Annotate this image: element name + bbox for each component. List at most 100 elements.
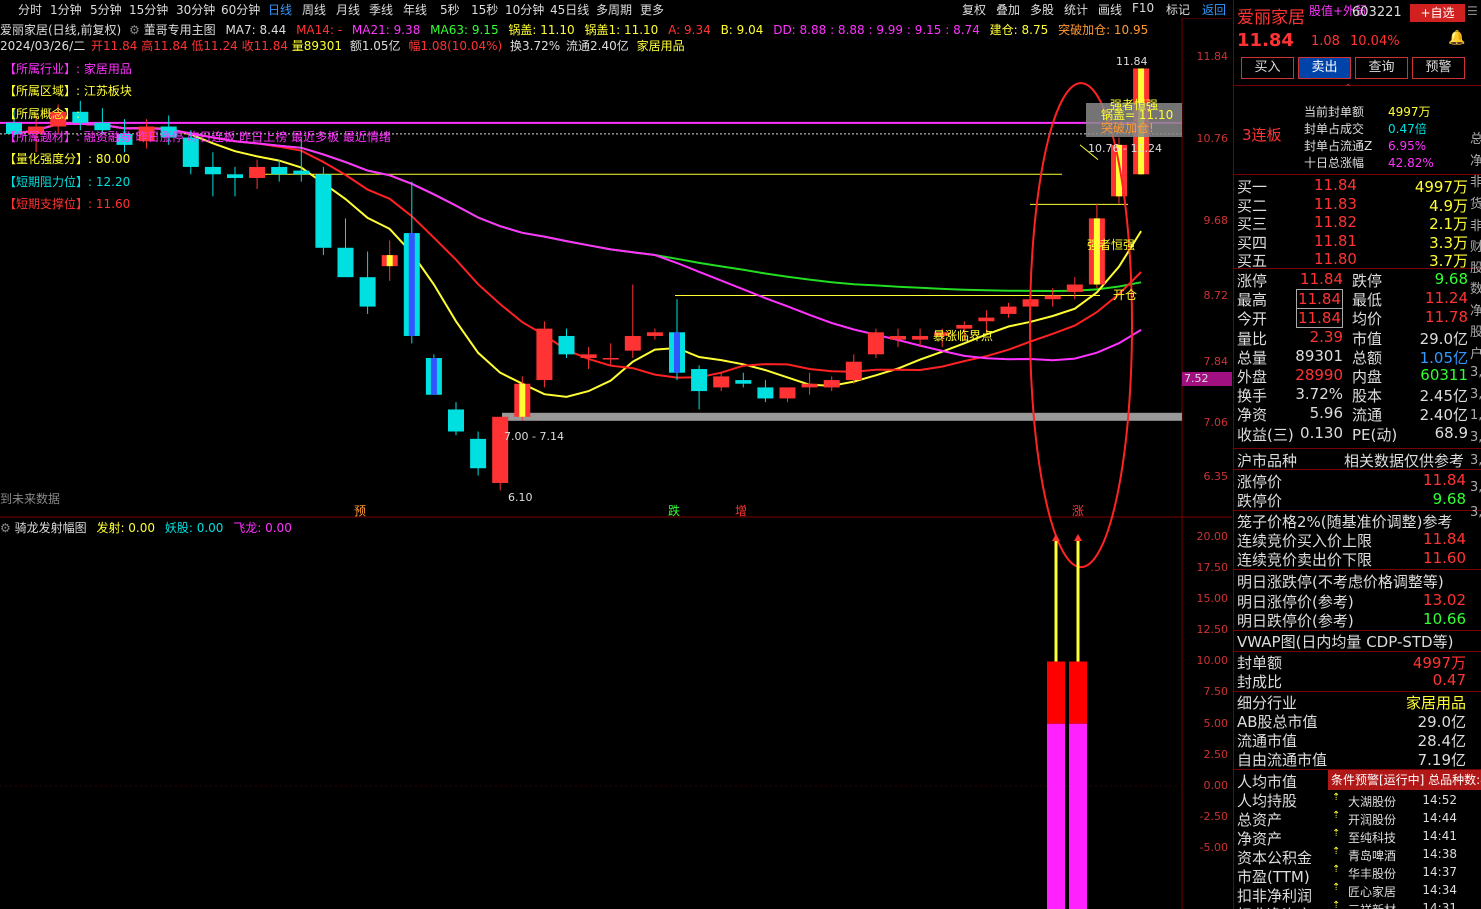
alert-title[interactable]: 条件预警[运行中] 总品种数:4 bbox=[1328, 770, 1481, 790]
candle[interactable] bbox=[890, 328, 906, 347]
bell-icon[interactable]: 🔔 bbox=[1448, 30, 1465, 46]
menu-icon[interactable]: ☰ bbox=[1467, 4, 1478, 18]
candle[interactable] bbox=[669, 299, 685, 381]
candle[interactable] bbox=[249, 159, 266, 189]
candle[interactable] bbox=[536, 321, 553, 388]
timeframe-15[interactable]: 多周期 bbox=[596, 1, 632, 18]
condition-alert-popup[interactable]: 条件预警[运行中] 总品种数:4 ⇡ 大湖股份 14:52 ⇡ 开润股份 14:44 ⇡ 至纯… bbox=[1328, 770, 1481, 909]
candle[interactable] bbox=[735, 372, 752, 388]
vwap-label[interactable]: VWAP图(日内均量 CDP-STD等) bbox=[1237, 631, 1453, 652]
overlay-support: 【短期支撑位】: 11.60 bbox=[4, 197, 131, 211]
trade-button-2[interactable]: 查询 bbox=[1355, 57, 1408, 79]
candle[interactable] bbox=[470, 431, 487, 476]
alert-item[interactable]: ⇡ 三祥新材 14:31 bbox=[1328, 900, 1481, 909]
alert-item[interactable]: ⇡ 至纯科技 14:41 bbox=[1328, 828, 1481, 846]
candle[interactable] bbox=[337, 218, 354, 278]
toolbar-button-7[interactable]: 返回 bbox=[1202, 1, 1226, 18]
candle[interactable] bbox=[1000, 302, 1017, 318]
toolbar-button-4[interactable]: 画线 bbox=[1098, 1, 1122, 18]
kline-chart-area[interactable]: 爱丽家居(日线,前复权) ⚙ 董哥专用主图 MA7: 8.44 MA14: - … bbox=[0, 18, 1232, 909]
bid-price: 11.81 bbox=[1314, 231, 1357, 250]
timeframe-13[interactable]: 10分钟 bbox=[505, 1, 544, 18]
candle[interactable] bbox=[381, 240, 398, 281]
next-down-label: 明日跌停价(参考) bbox=[1237, 612, 1354, 630]
edge-glyph: 数 bbox=[1470, 282, 1481, 297]
trade-button-1[interactable]: 卖出 bbox=[1298, 57, 1351, 79]
candle[interactable] bbox=[823, 376, 840, 392]
candle[interactable] bbox=[425, 354, 442, 395]
timeframe-10[interactable]: 年线 bbox=[403, 1, 427, 18]
toolbar-button-6[interactable]: 标记 bbox=[1166, 1, 1190, 18]
edge-glyph: 股 bbox=[1470, 261, 1481, 276]
stats-value-2: 9.68 bbox=[1434, 270, 1468, 288]
candle[interactable] bbox=[403, 181, 420, 344]
toolbar-button-3[interactable]: 统计 bbox=[1064, 1, 1088, 18]
stats-label-2: 市值 bbox=[1352, 329, 1383, 348]
candle[interactable] bbox=[315, 166, 332, 256]
vwap-row[interactable]: VWAP图(日内均量 CDP-STD等) bbox=[1234, 631, 1481, 652]
candle[interactable] bbox=[845, 354, 862, 384]
alert-item[interactable]: ⇡ 青岛啤酒 14:38 bbox=[1328, 846, 1481, 864]
timeframe-7[interactable]: 周线 bbox=[302, 1, 326, 18]
timeframe-0[interactable]: 分时 bbox=[18, 1, 42, 18]
candle[interactable] bbox=[624, 284, 641, 359]
timeframe-16[interactable]: 更多 bbox=[640, 1, 664, 18]
market-note: 相关数据仅供参考 bbox=[1343, 452, 1464, 470]
toolbar-button-5[interactable]: F10 bbox=[1132, 1, 1154, 15]
candle[interactable] bbox=[204, 152, 221, 197]
candle[interactable] bbox=[779, 387, 796, 403]
alert-time: 14:31 bbox=[1422, 901, 1457, 909]
toolbar-button-2[interactable]: 多股 bbox=[1030, 1, 1054, 18]
candle[interactable] bbox=[646, 328, 663, 340]
market-row: 沪市品种 相关数据仅供参考 bbox=[1234, 450, 1481, 470]
timeframe-11[interactable]: 5秒 bbox=[440, 1, 460, 18]
sub-gear-icon[interactable]: ⚙ bbox=[0, 521, 11, 535]
timeframe-3[interactable]: 15分钟 bbox=[129, 1, 168, 18]
sub-tick: 20.00 bbox=[1196, 530, 1229, 543]
stats-row: 换手 3.72% 股本 2.45亿 bbox=[1234, 385, 1481, 405]
candle[interactable] bbox=[580, 346, 597, 370]
alert-item[interactable]: ⇡ 大湖股份 14:52 bbox=[1328, 792, 1481, 810]
sub-industry-row: 细分行业 家居用品 bbox=[1234, 692, 1481, 712]
candle[interactable] bbox=[867, 328, 884, 359]
sub-industry-value: 家居用品 bbox=[1405, 694, 1466, 712]
main-chart-name[interactable]: 董哥专用主图 bbox=[144, 23, 216, 37]
timeframe-2[interactable]: 5分钟 bbox=[90, 1, 122, 18]
candle[interactable] bbox=[713, 372, 730, 392]
timeframe-4[interactable]: 30分钟 bbox=[176, 1, 215, 18]
timeframe-9[interactable]: 季线 bbox=[369, 1, 393, 18]
toolbar-button-1[interactable]: 叠加 bbox=[996, 1, 1020, 18]
timeframe-12[interactable]: 15秒 bbox=[471, 1, 498, 18]
candle[interactable] bbox=[448, 402, 464, 436]
candle[interactable] bbox=[558, 328, 575, 359]
alert-item[interactable]: ⇡ 华丰股份 14:37 bbox=[1328, 864, 1481, 882]
alert-item[interactable]: ⇡ 匠心家居 14:34 bbox=[1328, 882, 1481, 900]
add-watchlist-button[interactable]: +自选 bbox=[1410, 4, 1465, 22]
timeframe-8[interactable]: 月线 bbox=[336, 1, 360, 18]
candle[interactable] bbox=[514, 376, 531, 421]
candle[interactable] bbox=[359, 251, 376, 314]
candle-body bbox=[293, 170, 310, 175]
candle[interactable] bbox=[801, 372, 818, 395]
sub-tick: 10.00 bbox=[1196, 654, 1229, 667]
trade-button-3[interactable]: 预警 bbox=[1412, 57, 1465, 79]
stock-name: 爱丽家居 bbox=[1237, 8, 1305, 28]
toolbar-button-0[interactable]: 复权 bbox=[962, 1, 986, 18]
candle[interactable] bbox=[227, 166, 243, 197]
candle[interactable] bbox=[691, 365, 708, 410]
candle-highlight bbox=[674, 332, 680, 373]
timeframe-5[interactable]: 60分钟 bbox=[221, 1, 260, 18]
collapse-icon[interactable]: ⌃ bbox=[1344, 83, 1352, 94]
edge-glyph: 3, bbox=[1470, 430, 1481, 445]
candle[interactable] bbox=[492, 416, 509, 491]
trade-button-0[interactable]: 买入 bbox=[1241, 57, 1294, 79]
candle[interactable] bbox=[757, 380, 774, 403]
alert-item[interactable]: ⇡ 开润股份 14:44 bbox=[1328, 810, 1481, 828]
candle[interactable] bbox=[602, 343, 619, 366]
timeframe-1[interactable]: 1分钟 bbox=[50, 1, 82, 18]
timeframe-14[interactable]: 45日线 bbox=[550, 1, 589, 18]
main-chart-name-gear[interactable]: ⚙ bbox=[129, 23, 140, 37]
stats-row: 净资 5.96 流通 2.40亿 bbox=[1234, 404, 1481, 424]
sub-indicator-name[interactable]: 骑龙发射幅图 bbox=[15, 521, 87, 535]
timeframe-6[interactable]: 日线 bbox=[268, 1, 292, 18]
